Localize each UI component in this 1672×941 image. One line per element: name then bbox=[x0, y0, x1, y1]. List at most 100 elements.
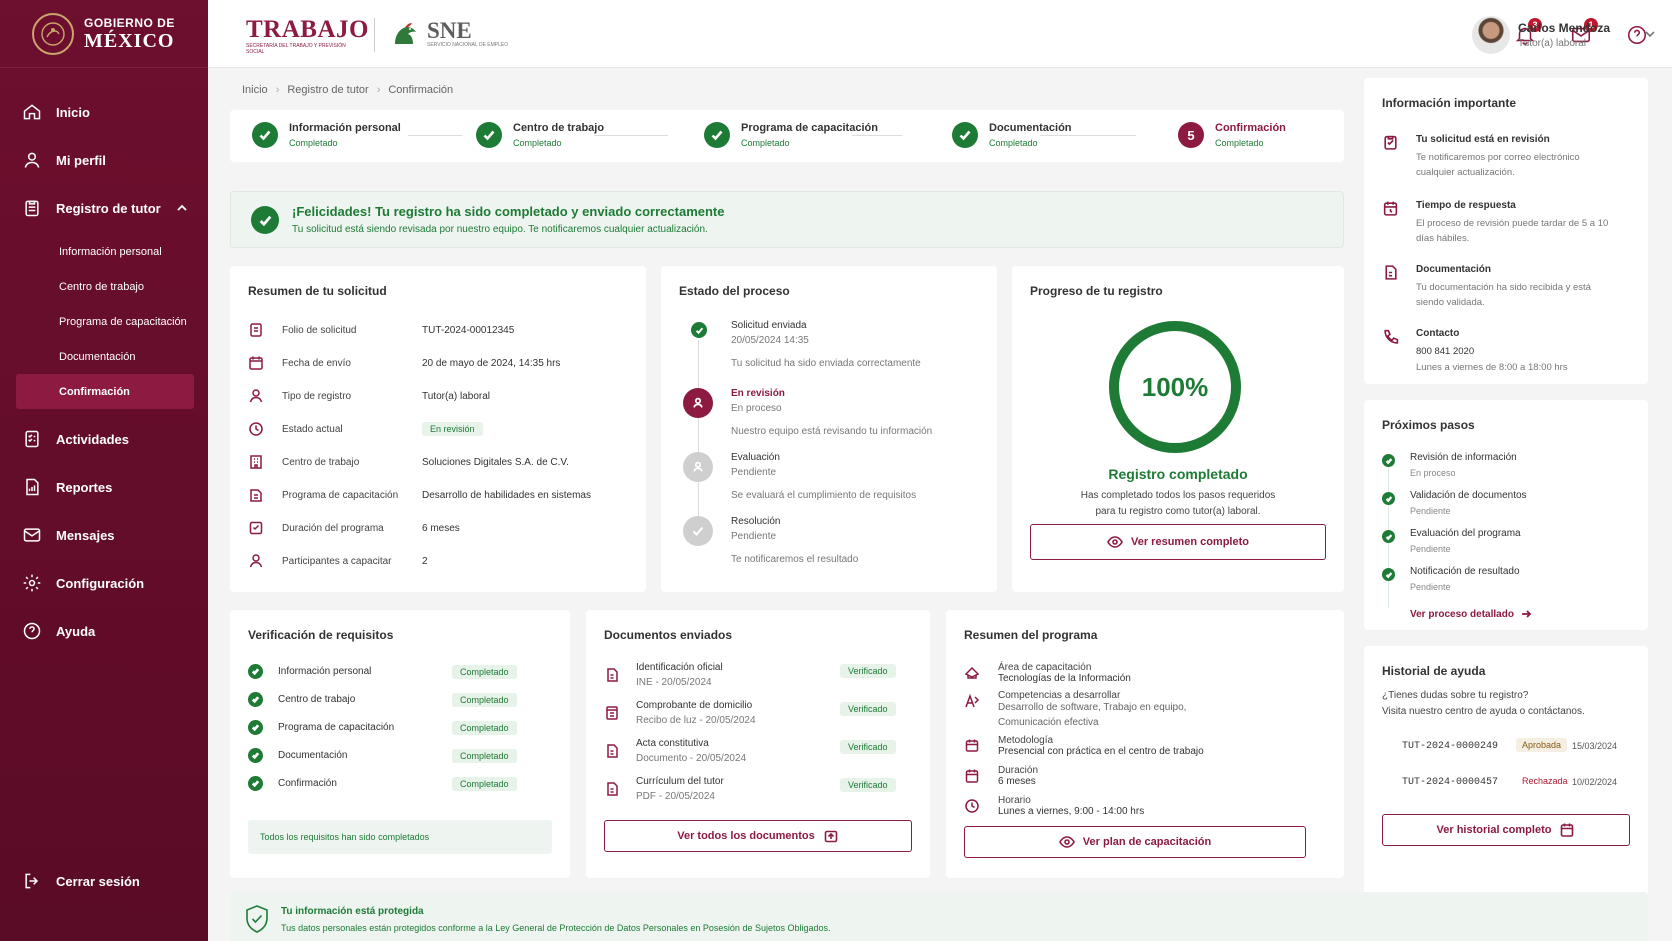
step-documentacion[interactable]: Documentación Completado bbox=[952, 122, 1072, 148]
step-programa[interactable]: Programa de capacitación Completado bbox=[704, 122, 878, 148]
success-title: ¡Felicidades! Tu registro ha sido comple… bbox=[292, 204, 725, 219]
timeline-description: Nuestro equipo está revisando tu informa… bbox=[731, 426, 933, 437]
top-header: TRABAJO SECRETARÍA DEL TRABAJO Y PREVISI… bbox=[208, 0, 1672, 68]
next-step-title: Revisión de información bbox=[1410, 452, 1517, 463]
documents-card: Documentos enviados Identificación ofici… bbox=[586, 610, 930, 878]
view-all-documents-button[interactable]: Ver todos los documentos bbox=[604, 820, 912, 852]
card-title: Historial de ayuda bbox=[1382, 664, 1486, 678]
info-title: Tu solicitud está en revisión bbox=[1416, 134, 1550, 145]
summary-row: Centro de trabajo Soluciones Digitales S… bbox=[248, 454, 569, 470]
sidebar-item-inicio[interactable]: Inicio bbox=[0, 88, 208, 136]
step-centro-de-trabajo[interactable]: Centro de trabajo Completado bbox=[476, 122, 604, 148]
user-menu[interactable]: Carlos Mendoza Tutor(a) laboral bbox=[1472, 16, 1655, 54]
timeline-subtitle: 20/05/2024 14:35 bbox=[731, 335, 809, 346]
program-value: Desarrollo de software, Trabajo en equip… bbox=[998, 702, 1187, 728]
status-badge: En revisión bbox=[422, 422, 483, 436]
clipboard-icon bbox=[1384, 135, 1397, 150]
card-title: Verificación de requisitos bbox=[248, 628, 394, 642]
check-circle-icon bbox=[251, 206, 279, 234]
summary-key: Estado actual bbox=[282, 423, 343, 435]
program-value: Tecnologías de la Información bbox=[998, 673, 1131, 684]
building-icon bbox=[250, 455, 262, 469]
document-meta: PDF - 20/05/2024 bbox=[636, 791, 715, 802]
check-circle-icon bbox=[248, 776, 263, 791]
summary-row: Fecha de envío 20 de mayo de 2024, 14:35… bbox=[248, 355, 560, 371]
success-banner: ¡Felicidades! Tu registro ha sido comple… bbox=[230, 191, 1344, 248]
card-title: Resumen de tu solicitud bbox=[248, 284, 387, 298]
summary-row: Estado actual En revisión bbox=[248, 421, 483, 437]
view-history-button[interactable]: Ver historial completo bbox=[1382, 814, 1630, 846]
progress-percent: 100% bbox=[1141, 371, 1209, 402]
sidebar-item-actividades[interactable]: Actividades bbox=[0, 415, 208, 463]
sidebar-item-registro-de-tutor[interactable]: Registro de tutor bbox=[0, 184, 208, 232]
program-value: Presencial con práctica en el centro de … bbox=[998, 746, 1204, 757]
sidebar-item-label: Configuración bbox=[56, 575, 145, 591]
sidebar-subitem-confirmacion[interactable]: Confirmación bbox=[16, 374, 194, 409]
requirement-label: Información personal bbox=[278, 666, 372, 677]
summary-value: 6 meses bbox=[422, 522, 460, 534]
timeline-line bbox=[698, 340, 699, 544]
sidebar-nav: Inicio Mi perfil Registro de tutor Infor… bbox=[0, 68, 208, 655]
sidebar-item-reportes[interactable]: Reportes bbox=[0, 463, 208, 511]
program-summary-card: Resumen del programa Área de capacitació… bbox=[946, 610, 1344, 878]
sidebar-item-mensajes[interactable]: Mensajes bbox=[0, 511, 208, 559]
sidebar-item-mi-perfil[interactable]: Mi perfil bbox=[0, 136, 208, 184]
contact-phone[interactable]: 800 841 2020 bbox=[1416, 344, 1616, 359]
step-confirmacion[interactable]: 5 Confirmación Completado bbox=[1178, 122, 1286, 148]
user-name: Carlos Mendoza bbox=[1518, 21, 1611, 35]
trabajo-logo[interactable]: TRABAJO SECRETARÍA DEL TRABAJO Y PREVISI… bbox=[246, 16, 369, 55]
info-text: El proceso de revisión puede tardar de 5… bbox=[1416, 218, 1609, 245]
next-step-status: Pendiente bbox=[1410, 506, 1451, 516]
requirement-label: Centro de trabajo bbox=[278, 694, 356, 705]
process-status-card: Estado del proceso Solicitud enviada 20/… bbox=[661, 266, 997, 592]
chevron-down-icon[interactable] bbox=[1644, 28, 1656, 40]
gobierno-logo[interactable]: GOBIERNO DE MÉXICO bbox=[0, 0, 208, 68]
card-title: Resumen del programa bbox=[964, 628, 1098, 642]
sne-logo[interactable]: SNE SERVICIO NACIONAL DE EMPLEO bbox=[391, 18, 508, 48]
button-label: Ver historial completo bbox=[1436, 824, 1552, 836]
skills-icon bbox=[965, 693, 980, 708]
status-badge: Verificado bbox=[840, 702, 896, 716]
help-question: ¿Tienes dudas sobre tu registro? bbox=[1382, 690, 1529, 701]
header-divider bbox=[374, 18, 375, 52]
logout-button[interactable]: Cerrar sesión bbox=[0, 857, 208, 905]
link-label: Ver proceso detallado bbox=[1410, 608, 1514, 620]
breadcrumb-item-registro[interactable]: Registro de tutor bbox=[287, 84, 368, 96]
history-row[interactable]: TUT-2024-0000249 Aprobada 15/03/2024 bbox=[1382, 736, 1630, 760]
progress-status: Registro completado bbox=[1108, 466, 1248, 482]
summary-key: Participantes a capacitar bbox=[282, 555, 392, 567]
sidebar-item-configuracion[interactable]: Configuración bbox=[0, 559, 208, 607]
history-row[interactable]: TUT-2024-0000457 Rechazada 10/02/2024 bbox=[1382, 772, 1630, 796]
sne-logo-text: SNE bbox=[427, 17, 472, 43]
info-text: Te notificaremos por correo electrónico … bbox=[1416, 152, 1580, 179]
requirement-row: Confirmación Completado bbox=[248, 776, 517, 791]
sidebar-subitem-centro-de-trabajo[interactable]: Centro de trabajo bbox=[0, 269, 208, 304]
summary-key: Programa de capacitación bbox=[282, 489, 399, 501]
card-title: Progreso de tu registro bbox=[1030, 284, 1163, 298]
view-plan-button[interactable]: Ver plan de capacitación bbox=[964, 826, 1306, 858]
sidebar-item-ayuda[interactable]: Ayuda bbox=[0, 607, 208, 655]
chevron-up-icon[interactable] bbox=[176, 202, 188, 214]
sidebar-submenu: Información personal Centro de trabajo P… bbox=[0, 232, 208, 415]
view-summary-button[interactable]: Ver resumen completo bbox=[1030, 524, 1326, 560]
sidebar-subitem-informacion-personal[interactable]: Información personal bbox=[0, 234, 208, 269]
document-icon bbox=[607, 744, 618, 758]
sidebar-subitem-documentacion[interactable]: Documentación bbox=[0, 339, 208, 374]
timeline-description: Tu solicitud ha sido enviada correctamen… bbox=[731, 358, 921, 369]
clock-icon bbox=[965, 799, 979, 813]
button-label: Ver plan de capacitación bbox=[1082, 836, 1212, 848]
phone-icon bbox=[1384, 329, 1399, 344]
summary-value-wrapper: En revisión bbox=[422, 422, 483, 436]
next-step-title: Evaluación del programa bbox=[1410, 528, 1521, 539]
sidebar-item-label: Reportes bbox=[56, 479, 113, 495]
calendar-icon bbox=[249, 356, 263, 370]
breadcrumb-item-inicio[interactable]: Inicio bbox=[242, 84, 268, 96]
step-informacion-personal[interactable]: Información personal Completado bbox=[252, 122, 401, 148]
program-key: Horario bbox=[998, 795, 1031, 806]
step-status: Completado bbox=[289, 138, 338, 148]
view-process-link[interactable]: Ver proceso detallado bbox=[1410, 608, 1532, 620]
participants-icon bbox=[249, 554, 263, 568]
sne-logo-subtext: SERVICIO NACIONAL DE EMPLEO bbox=[427, 41, 509, 48]
timeline-description: Te notificaremos el resultado bbox=[731, 554, 859, 565]
sidebar-subitem-programa[interactable]: Programa de capacitación bbox=[0, 304, 208, 339]
